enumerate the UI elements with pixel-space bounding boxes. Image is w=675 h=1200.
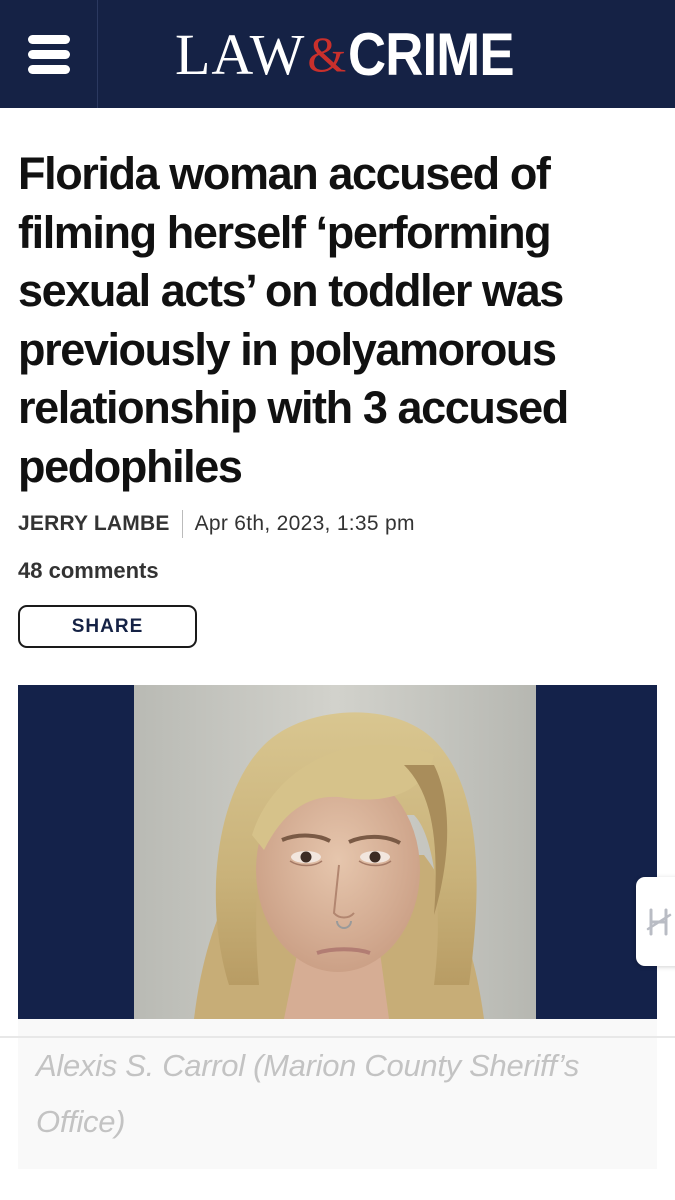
menu-bar (27, 34, 70, 44)
author-link[interactable]: JERRY LAMBE (18, 512, 170, 536)
hamburger-menu-icon[interactable] (0, 0, 98, 108)
menu-bar (27, 64, 70, 74)
image-caption: Alexis S. Carrol (Marion County Sheriff’… (36, 1048, 580, 1139)
site-header: LAW & CRIME (0, 0, 675, 108)
article-image (18, 685, 657, 1019)
share-button[interactable]: SHARE (18, 605, 197, 648)
article-headline: Florida woman accused of filming herself… (18, 148, 569, 492)
mugshot-photo (134, 685, 536, 1019)
logo-ampersand: & (307, 26, 347, 82)
highlighter-icon[interactable] (636, 877, 675, 966)
byline: JERRY LAMBE Apr 6th, 2023, 1:35 pm (18, 509, 415, 539)
menu-bar (27, 49, 70, 59)
comments-link[interactable]: 48 comments (18, 558, 159, 584)
publish-date: Apr 6th, 2023, 1:35 pm (194, 512, 415, 535)
site-logo[interactable]: LAW & CRIME (175, 14, 537, 94)
logo-crime-text: CRIME (348, 20, 515, 88)
byline-divider (181, 510, 183, 538)
logo-law-text: LAW (175, 21, 306, 87)
